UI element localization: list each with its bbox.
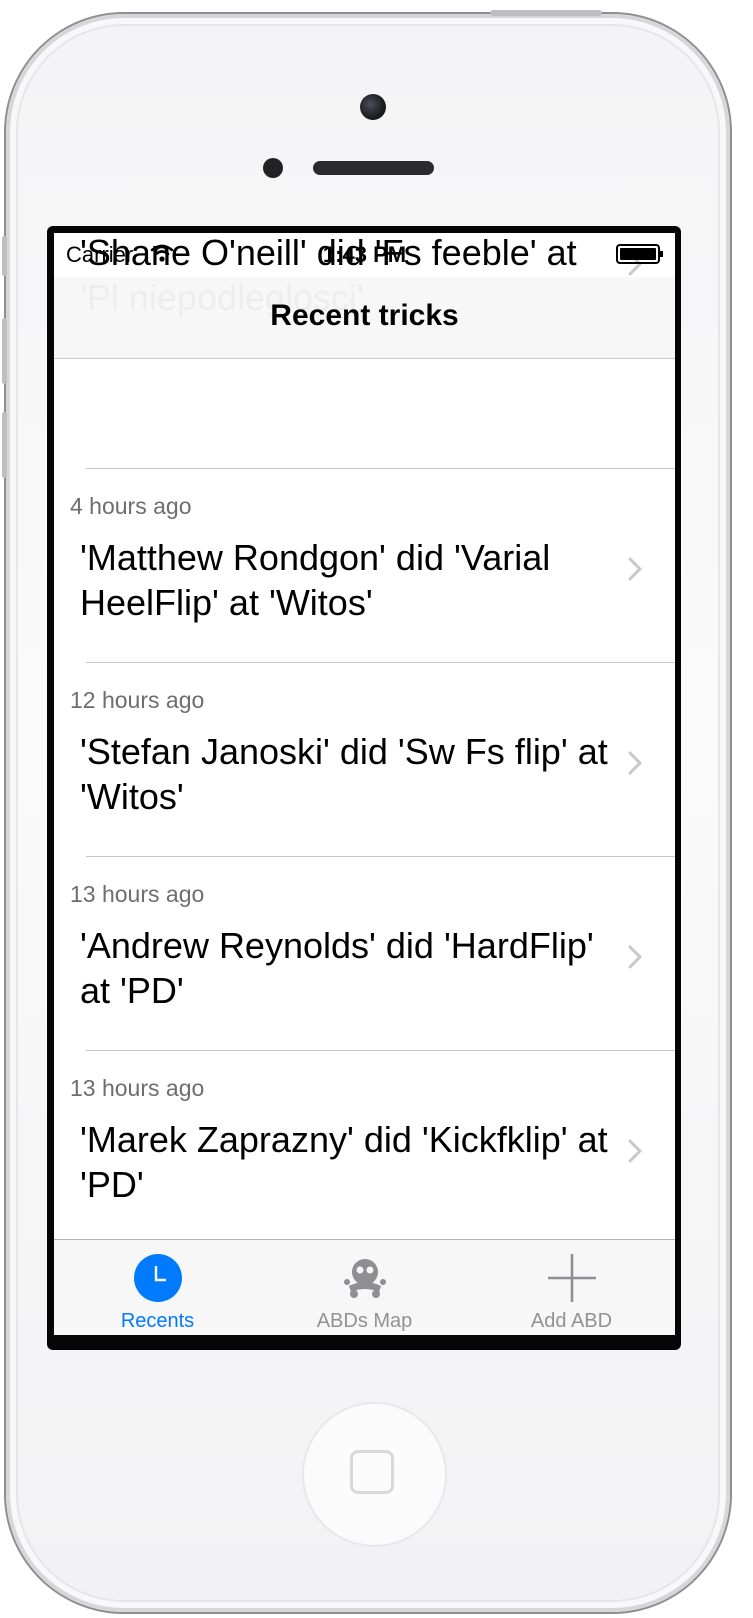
list-item[interactable]: 12 hours ago 'Stefan Janoski' did 'Sw Fs… (54, 663, 675, 857)
list-item[interactable]: 13 hours ago 'Andrew Reynolds' did 'Hard… (54, 857, 675, 1051)
chevron-right-icon (628, 945, 642, 969)
mute-switch (2, 236, 7, 276)
timestamp: 4 hours ago (70, 493, 192, 519)
clock-time: 1:43 PM (322, 242, 407, 267)
tab-recents[interactable]: Recents (54, 1240, 261, 1335)
proximity-sensor (263, 158, 283, 178)
trick-description: 'Andrew Reynolds' did 'HardFlip' at 'PD' (80, 925, 594, 1011)
list-item[interactable]: 13 hours ago 'Marek Zaprazny' did 'Kickf… (54, 1051, 675, 1245)
plus-icon (548, 1254, 596, 1302)
tab-add-abd[interactable]: Add ABD (468, 1240, 675, 1335)
volume-down-button (2, 412, 7, 478)
home-square-icon (350, 1450, 394, 1494)
clock-icon (134, 1254, 182, 1302)
app-screen: 'Shane O'neill' did 'Fs feeble' at 'Pl n… (54, 233, 675, 1335)
earpiece-speaker (313, 161, 434, 175)
power-button (490, 10, 602, 16)
front-camera (360, 94, 386, 120)
tab-label: ABDs Map (316, 1310, 413, 1332)
home-button[interactable] (302, 1402, 447, 1547)
tab-label: Recents (120, 1310, 195, 1332)
timestamp: 13 hours ago (70, 1075, 205, 1101)
trick-description: 'Marek Zaprazny' did 'Kickfklip' at 'PD' (80, 1119, 608, 1205)
tab-bar: Recents ABDs Map Add ABD (54, 1239, 675, 1335)
trick-description: 'Matthew Rondgon' did 'Varial HeelFlip' … (80, 537, 551, 623)
chevron-right-icon (628, 751, 642, 775)
battery-icon (616, 244, 663, 264)
skater-icon (344, 1259, 386, 1298)
timestamp: 13 hours ago (70, 881, 205, 907)
tab-abds-map[interactable]: ABDs Map (261, 1240, 468, 1335)
chevron-right-icon (628, 1139, 642, 1163)
navigation-bar: Recent tricks (54, 277, 675, 359)
volume-up-button (2, 318, 7, 384)
page-title: Recent tricks (270, 299, 459, 332)
tab-label: Add ABD (530, 1310, 613, 1332)
trick-description: 'Stefan Janoski' did 'Sw Fs flip' at 'Wi… (80, 731, 608, 817)
status-bar: Carrier 1:43 PM (54, 233, 675, 277)
timestamp: 12 hours ago (70, 687, 205, 713)
list-item[interactable]: 4 hours ago 'Matthew Rondgon' did 'Varia… (54, 469, 675, 663)
chevron-right-icon (628, 557, 642, 581)
